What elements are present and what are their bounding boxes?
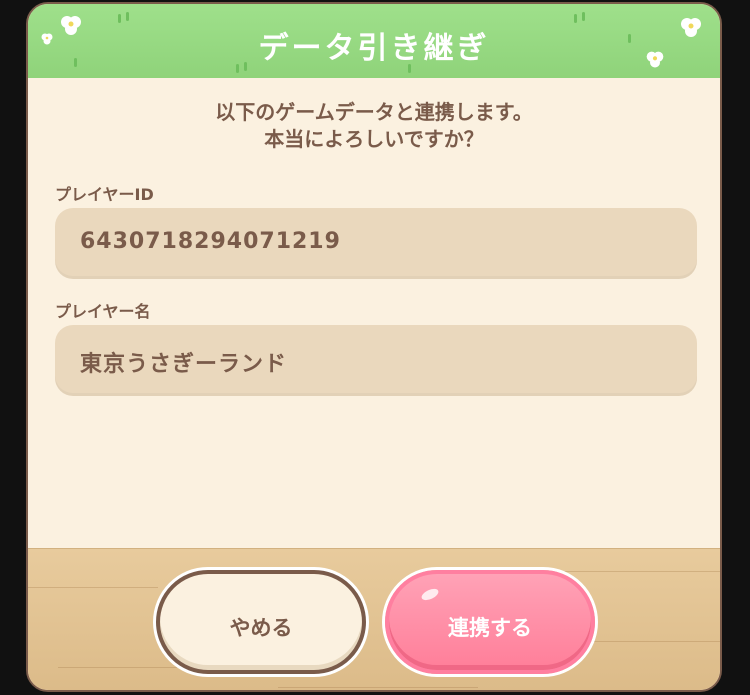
message-line: 以下のゲームデータと連携します。 [215, 100, 533, 124]
button-shine [419, 586, 441, 603]
confirm-link-button[interactable]: 連携する [385, 570, 595, 674]
grass-decoration [118, 14, 121, 23]
dialog-header: データ引き継ぎ [28, 4, 720, 78]
player-id-label: プレイヤーID [55, 185, 154, 204]
link-data-dialog: データ引き継ぎ 以下のゲームデータと連携します。 本当によろしいですか？ プレイ… [26, 2, 722, 692]
message-line: 本当によろしいですか？ [264, 127, 484, 151]
grass-decoration [574, 14, 577, 23]
cancel-button-label: やめる [229, 616, 293, 640]
player-name-label: プレイヤー名 [55, 302, 151, 321]
player-id-value: 6430718294071219 [80, 229, 341, 254]
grass-decoration [582, 12, 585, 21]
cancel-button[interactable]: やめる [156, 570, 366, 674]
dialog-title: データ引き継ぎ [258, 31, 490, 66]
player-name-field: 東京うさぎーランド [55, 325, 697, 396]
player-name-value: 東京うさぎーランド [80, 352, 288, 377]
player-id-field: 6430718294071219 [55, 208, 697, 279]
confirmation-message: 以下のゲームデータと連携します。 本当によろしいですか？ [28, 99, 720, 153]
grass-decoration [126, 12, 129, 21]
dialog-footer [28, 548, 720, 690]
confirm-link-button-label: 連携する [448, 616, 532, 640]
